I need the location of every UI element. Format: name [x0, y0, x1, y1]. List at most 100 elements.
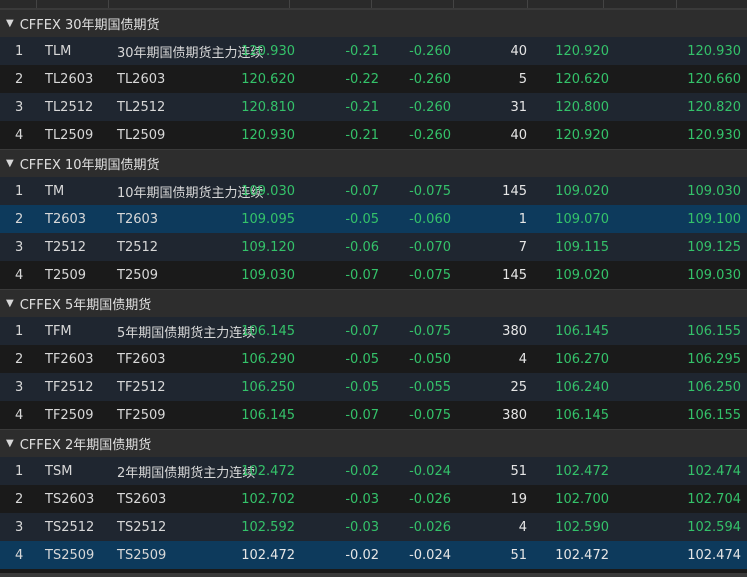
- column-divider[interactable]: [603, 0, 604, 8]
- quote-board: ▼ CFFEX 30年期国债期货 1 TLM 30年期国债期货主力连续 120.930 -0…: [0, 0, 747, 577]
- table-row[interactable]: 3 TL2512 TL2512 120.810 -0.21 -0.260 31 120.800…: [0, 93, 747, 121]
- table-row[interactable]: 2 TF2603 TF2603 106.290 -0.05 -0.050 4 106.270 1…: [0, 345, 747, 373]
- percent-change: -0.055: [409, 379, 451, 395]
- last-price: 109.030: [241, 267, 295, 283]
- table-row[interactable]: 1 TM 10年期国债期货主力连续 109.030 -0.07 -0.075 145 109.…: [0, 177, 747, 205]
- bid-price: 102.472: [555, 463, 609, 479]
- table-row[interactable]: 3 TF2512 TF2512 106.250 -0.05 -0.055 25 106.240…: [0, 373, 747, 401]
- percent-change: -0.026: [409, 519, 451, 535]
- percent-change: -0.075: [409, 267, 451, 283]
- group-header[interactable]: ▼ CFFEX 5年期国债期货: [0, 289, 747, 317]
- contract-code: TM: [45, 183, 65, 199]
- contract-name: TL2603: [117, 71, 166, 87]
- last-price: 120.620: [241, 71, 295, 87]
- contract-code: TLM: [45, 43, 72, 59]
- column-divider[interactable]: [453, 0, 454, 8]
- quote-table: ▼ CFFEX 30年期国债期货 1 TLM 30年期国债期货主力连续 120.930 -0…: [0, 9, 747, 569]
- ask-price: 120.930: [687, 43, 741, 59]
- contract-name: 5年期国债期货主力连续: [117, 325, 256, 341]
- volume: 51: [510, 463, 527, 479]
- ask-price: 109.125: [687, 239, 741, 255]
- group-title: CFFEX 10年期国债期货: [19, 158, 160, 173]
- ask-price: 106.295: [687, 351, 741, 367]
- percent-change: -0.024: [409, 547, 451, 563]
- table-row[interactable]: 1 TSM 2年期国债期货主力连续 102.472 -0.02 -0.024 51 102.4…: [0, 457, 747, 485]
- table-row[interactable]: 4 TS2509 TS2509 102.472 -0.02 -0.024 51 102.472…: [0, 541, 747, 569]
- price-change: -0.21: [345, 127, 379, 143]
- bid-price: 109.020: [555, 183, 609, 199]
- volume: 40: [510, 43, 527, 59]
- column-divider[interactable]: [527, 0, 528, 8]
- group-header[interactable]: ▼ CFFEX 2年期国债期货: [0, 429, 747, 457]
- last-price: 120.930: [241, 127, 295, 143]
- column-divider[interactable]: [371, 0, 372, 8]
- volume: 145: [502, 183, 527, 199]
- table-row[interactable]: 4 TL2509 TL2509 120.930 -0.21 -0.260 40 120.920…: [0, 121, 747, 149]
- price-change: -0.03: [345, 491, 379, 507]
- horizontal-scrollbar[interactable]: [0, 573, 747, 577]
- price-change: -0.07: [345, 183, 379, 199]
- table-row[interactable]: 3 T2512 T2512 109.120 -0.06 -0.070 7 109.115 109…: [0, 233, 747, 261]
- last-price: 106.290: [241, 351, 295, 367]
- table-row[interactable]: 4 TF2509 TF2509 106.145 -0.07 -0.075 380 106.14…: [0, 401, 747, 429]
- column-divider[interactable]: [676, 0, 677, 8]
- table-row[interactable]: 1 TLM 30年期国债期货主力连续 120.930 -0.21 -0.260 40 120.…: [0, 37, 747, 65]
- triangle-down-icon[interactable]: ▼: [6, 298, 14, 309]
- volume: 4: [518, 519, 527, 535]
- price-change: -0.07: [345, 267, 379, 283]
- contract-code: TL2509: [45, 127, 94, 143]
- column-divider[interactable]: [108, 0, 109, 8]
- percent-change: -0.075: [409, 183, 451, 199]
- ask-price: 102.474: [687, 463, 741, 479]
- group-header[interactable]: ▼ CFFEX 10年期国债期货: [0, 149, 747, 177]
- column-divider[interactable]: [36, 0, 37, 8]
- ask-price: 106.155: [687, 407, 741, 423]
- volume: 4: [518, 351, 527, 367]
- contract-name: 2年期国债期货主力连续: [117, 465, 256, 481]
- contract-code: TSM: [45, 463, 73, 479]
- price-change: -0.06: [345, 239, 379, 255]
- volume: 19: [510, 491, 527, 507]
- percent-change: -0.075: [409, 407, 451, 423]
- triangle-down-icon[interactable]: ▼: [6, 18, 14, 29]
- contract-code: TF2509: [45, 407, 94, 423]
- contract-code: TL2512: [45, 99, 94, 115]
- row-index: 4: [15, 547, 24, 563]
- table-row[interactable]: 2 T2603 T2603 109.095 -0.05 -0.060 1 109.070 109…: [0, 205, 747, 233]
- table-row[interactable]: 1 TFM 5年期国债期货主力连续 106.145 -0.07 -0.075 380 106.…: [0, 317, 747, 345]
- last-price: 102.592: [241, 519, 295, 535]
- row-index: 1: [15, 43, 24, 59]
- group-title: CFFEX 5年期国债期货: [19, 298, 152, 313]
- ask-price: 109.030: [687, 183, 741, 199]
- volume: 145: [502, 267, 527, 283]
- group-header[interactable]: ▼ CFFEX 30年期国债期货: [0, 9, 747, 37]
- contract-name: TF2603: [117, 351, 166, 367]
- volume: 5: [518, 71, 527, 87]
- row-index: 4: [15, 127, 24, 143]
- ask-price: 120.930: [687, 127, 741, 143]
- bid-price: 106.240: [555, 379, 609, 395]
- ask-price: 120.820: [687, 99, 741, 115]
- last-price: 106.250: [241, 379, 295, 395]
- table-row[interactable]: 2 TL2603 TL2603 120.620 -0.22 -0.260 5 120.620 1…: [0, 65, 747, 93]
- triangle-down-icon[interactable]: ▼: [6, 438, 14, 449]
- bid-price: 120.800: [555, 99, 609, 115]
- contract-code: TS2509: [45, 547, 95, 563]
- ask-price: 102.474: [687, 547, 741, 563]
- volume: 40: [510, 127, 527, 143]
- column-divider[interactable]: [289, 0, 290, 8]
- table-row[interactable]: 2 TS2603 TS2603 102.702 -0.03 -0.026 19 102.700…: [0, 485, 747, 513]
- contract-name: T2512: [117, 239, 159, 255]
- percent-change: -0.026: [409, 491, 451, 507]
- last-price: 102.472: [241, 547, 295, 563]
- triangle-down-icon[interactable]: ▼: [6, 158, 14, 169]
- table-row[interactable]: 4 T2509 T2509 109.030 -0.07 -0.075 145 109.020 1…: [0, 261, 747, 289]
- column-header[interactable]: [0, 0, 747, 9]
- percent-change: -0.024: [409, 463, 451, 479]
- table-row[interactable]: 3 TS2512 TS2512 102.592 -0.03 -0.026 4 102.590 1…: [0, 513, 747, 541]
- last-price: 120.930: [241, 43, 295, 59]
- row-index: 1: [15, 323, 24, 339]
- volume: 380: [502, 407, 527, 423]
- ask-price: 120.660: [687, 71, 741, 87]
- row-index: 1: [15, 183, 24, 199]
